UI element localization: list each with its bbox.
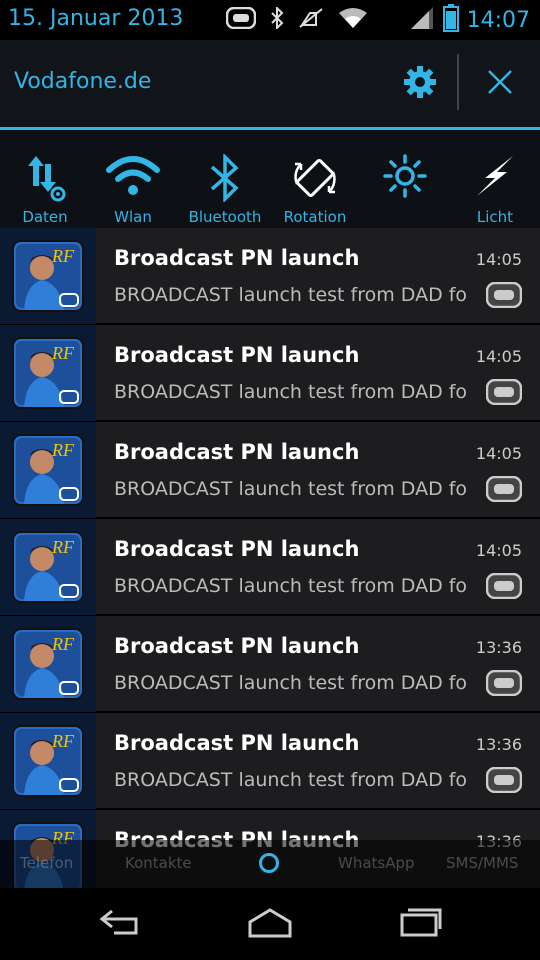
close-icon <box>487 69 513 99</box>
app-icon: RF <box>0 616 96 712</box>
notification-text: BROADCAST launch test from DAD for <box>114 284 468 306</box>
svg-text:RF: RF <box>51 537 75 557</box>
recent-apps-button[interactable] <box>390 906 450 942</box>
notification-item[interactable]: RF Broadcast PN launch 13:36 BROADCAST l… <box>0 616 540 712</box>
app-drawer-icon <box>259 853 279 873</box>
app-icon: RF <box>0 325 96 421</box>
notification-title: Broadcast PN launch <box>114 731 360 755</box>
home-button[interactable] <box>240 906 300 942</box>
gameloft-icon <box>485 378 523 409</box>
gameloft-icon <box>485 572 523 603</box>
notification-title: Broadcast PN launch <box>114 343 360 367</box>
toggle-wifi[interactable]: Wlan <box>88 130 178 228</box>
notification-title: Broadcast PN launch <box>114 634 360 658</box>
notification-title: Broadcast PN launch <box>114 440 360 464</box>
notification-text: BROADCAST launch test from DAD for <box>114 381 468 403</box>
svg-text:RF: RF <box>51 634 75 654</box>
settings-button[interactable] <box>398 62 442 106</box>
notification-time: 14:05 <box>475 541 522 560</box>
svg-text:RF: RF <box>51 343 75 363</box>
toggle-flashlight[interactable]: Licht <box>450 130 540 228</box>
gameloft-icon <box>485 669 523 700</box>
notification-time: 14:05 <box>475 347 522 366</box>
dock-item-phone: Telefon <box>20 854 74 872</box>
navigation-bar <box>0 888 540 960</box>
app-icon: RF <box>0 519 96 615</box>
battery-icon <box>442 4 459 36</box>
toggle-data-label: Daten <box>22 208 68 226</box>
wifi-icon <box>338 7 368 33</box>
toggle-rotation[interactable]: Rotation <box>270 130 360 228</box>
notification-item[interactable]: RF Broadcast PN launch 13:36 BROADCAST l… <box>0 713 540 809</box>
status-bar: 15. Januar 2013 14:07 <box>0 0 540 40</box>
gameloft-icon <box>485 475 523 506</box>
toggle-brightness[interactable] <box>360 130 450 228</box>
signal-icon <box>409 5 435 35</box>
gameloft-icon <box>485 766 523 797</box>
notification-title: Broadcast PN launch <box>114 246 360 270</box>
dock-item-sms: SMS/MMS <box>446 854 519 872</box>
notification-time: 14:05 <box>475 250 522 269</box>
notification-item[interactable]: RF Broadcast PN launch 14:05 BROADCAST l… <box>0 519 540 615</box>
recent-apps-icon <box>396 907 444 941</box>
notification-text: BROADCAST launch test from DAD for <box>114 769 468 791</box>
carrier-name: Vodafone.de <box>14 69 152 94</box>
bluetooth-icon <box>208 152 242 206</box>
wifi-icon <box>105 154 161 206</box>
app-icon: RF <box>0 713 96 809</box>
notification-text: BROADCAST launch test from DAD for <box>114 672 468 694</box>
home-dock: Telefon Kontakte WhatsApp SMS/MMS <box>0 840 540 888</box>
home-icon <box>246 906 294 942</box>
status-right: 14:07 <box>409 4 530 36</box>
vibrate-off-icon <box>298 7 324 33</box>
gameloft-icon <box>485 281 523 312</box>
brightness-icon <box>383 154 427 206</box>
notification-text: BROADCAST launch test from DAD for <box>114 478 468 500</box>
toggle-rotation-label: Rotation <box>283 208 347 226</box>
notification-header: Vodafone.de <box>0 40 540 130</box>
notification-item[interactable]: RF Broadcast PN launch 14:05 BROADCAST l… <box>0 228 540 324</box>
toggle-flashlight-label: Licht <box>476 208 514 226</box>
back-icon <box>96 907 144 941</box>
app-icon: RF <box>0 422 96 518</box>
toggle-wifi-label: Wlan <box>114 208 152 226</box>
bluetooth-icon <box>270 5 284 33</box>
dock-item-contacts: Kontakte <box>125 854 192 872</box>
notification-item[interactable]: RF Broadcast PN launch 14:05 BROADCAST l… <box>0 325 540 421</box>
toggle-data[interactable]: Daten <box>0 130 90 228</box>
clear-all-button[interactable] <box>478 62 522 106</box>
app-icon: RF <box>0 228 96 324</box>
data-settings-icon <box>20 154 70 206</box>
svg-text:RF: RF <box>51 731 75 751</box>
flash-icon <box>473 154 517 206</box>
notification-item[interactable]: RF Broadcast PN launch 14:05 BROADCAST l… <box>0 422 540 518</box>
notification-time: 13:36 <box>475 638 522 657</box>
notification-text: BROADCAST launch test from DAD for <box>114 575 468 597</box>
rotation-icon <box>291 154 339 206</box>
status-date: 15. Januar 2013 <box>8 6 184 31</box>
svg-text:RF: RF <box>51 246 75 266</box>
dock-item-whatsapp: WhatsApp <box>338 854 415 872</box>
quick-toggles: Daten Wlan Bluetooth Rotation Licht <box>0 130 540 228</box>
toggle-bluetooth[interactable]: Bluetooth <box>180 130 270 228</box>
notification-time: 13:36 <box>475 735 522 754</box>
notification-title: Broadcast PN launch <box>114 537 360 561</box>
toggle-bluetooth-label: Bluetooth <box>188 208 262 226</box>
svg-text:RF: RF <box>51 440 75 460</box>
gear-icon <box>403 65 437 103</box>
back-button[interactable] <box>90 906 150 942</box>
header-divider <box>457 54 459 110</box>
status-icons <box>225 5 368 34</box>
notification-list: RF Broadcast PN launch 14:05 BROADCAST l… <box>0 228 540 888</box>
status-time: 14:07 <box>466 7 530 33</box>
gameloft-icon <box>225 6 257 33</box>
notification-time: 14:05 <box>475 444 522 463</box>
